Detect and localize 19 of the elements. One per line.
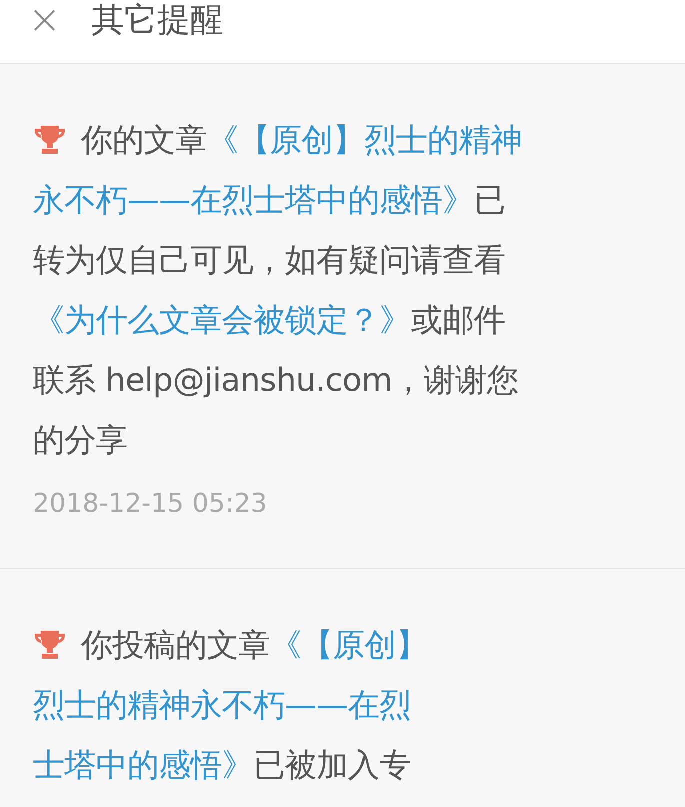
message-text: 已被加入专 [254,745,411,786]
message-text: 你的文章 [81,120,207,161]
message-text: 已 [474,180,506,221]
article-link[interactable]: 永不朽——在烈士塔中的感悟》 [33,170,474,230]
close-button[interactable]: × [28,0,62,42]
article-link[interactable]: 《【原创】烈士的精神 [207,110,522,170]
article-link[interactable]: 《为什么文章会被锁定？》 [33,290,411,350]
message-text: 转为仅自己可见，如有疑问请查看 [33,240,506,281]
article-link[interactable]: 《【原创】 [270,615,428,675]
message-text: 联系 help@jianshu.com，谢谢您 [33,360,518,401]
message-text: 的分享 [33,420,128,461]
article-link[interactable]: 烈士的精神永不朽——在烈 [33,675,411,735]
timestamp: 2018-12-15 05:23 [33,488,268,521]
trophy-icon [33,629,67,661]
message-text: 或邮件 [411,300,506,341]
article-link[interactable]: 士塔中的感悟》 [33,735,254,795]
page-title: 其它提醒 [92,0,224,41]
trophy-icon [33,124,67,156]
message-text: 你投稿的文章 [81,625,270,666]
